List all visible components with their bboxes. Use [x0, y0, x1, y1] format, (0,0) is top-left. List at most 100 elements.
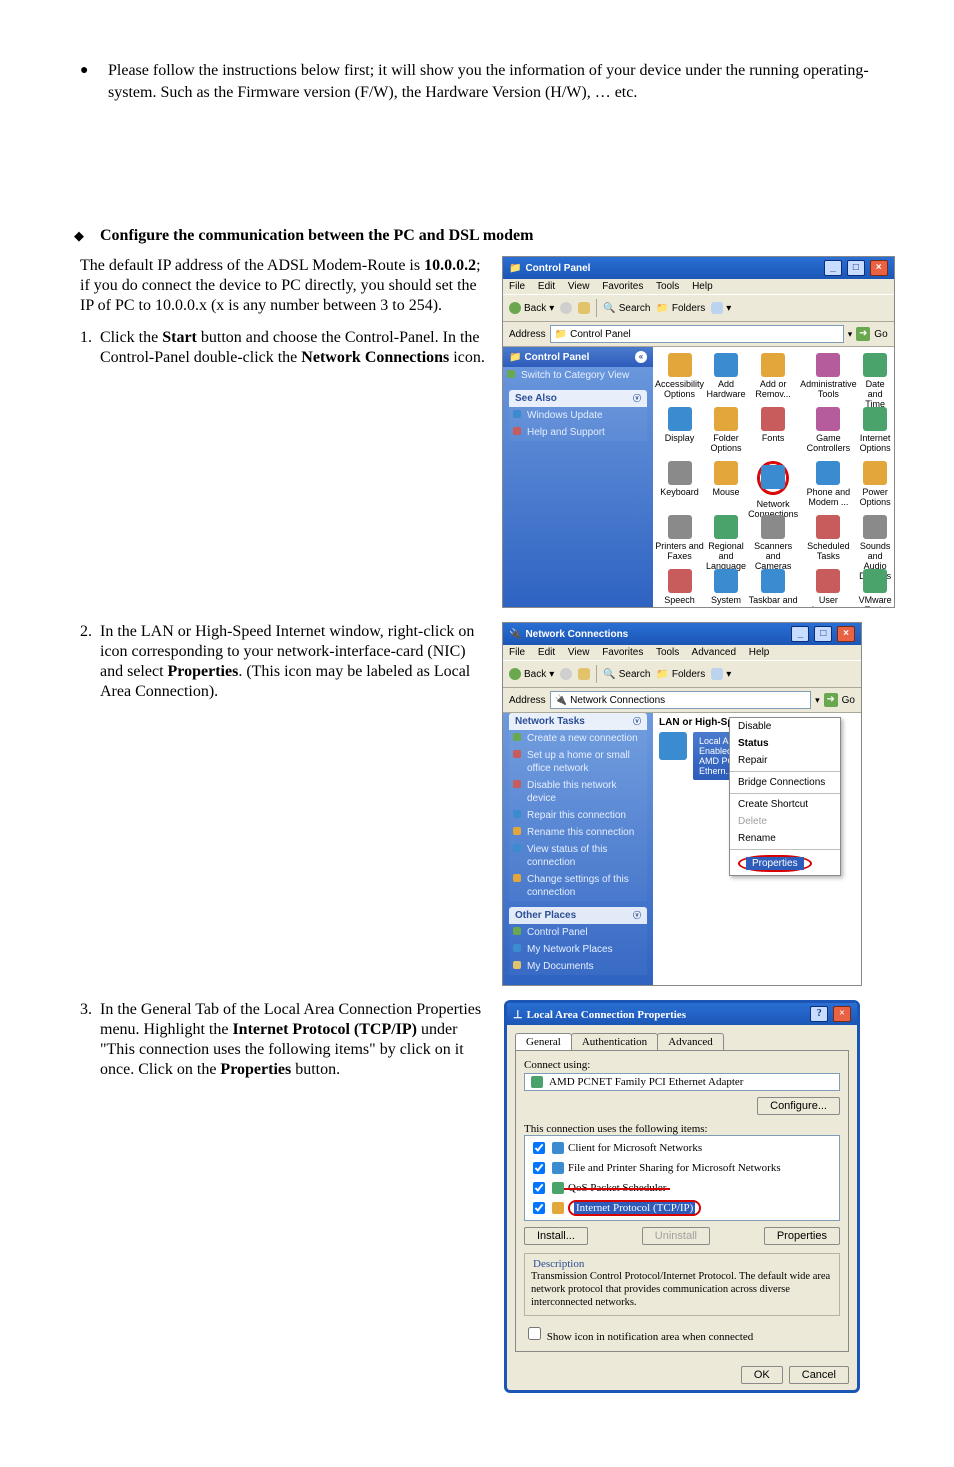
nc-other-item[interactable]: My Documents: [509, 958, 647, 975]
menu-tools[interactable]: Tools: [656, 647, 679, 658]
menu-help[interactable]: Help: [749, 647, 770, 658]
cancel-button[interactable]: Cancel: [789, 1366, 849, 1384]
cp-item[interactable]: Fonts: [748, 407, 798, 459]
addr-field[interactable]: 🔌Network Connections: [550, 691, 811, 709]
cp-item[interactable]: Internet Options: [859, 407, 892, 459]
cp-item[interactable]: Speech: [655, 569, 704, 607]
cp-item[interactable]: Date and Time: [859, 353, 892, 405]
cp-item[interactable]: Folder Options: [706, 407, 746, 459]
up-button[interactable]: [578, 668, 590, 680]
back-button[interactable]: Back ▾: [509, 302, 554, 314]
search-button[interactable]: 🔍 Search: [603, 669, 650, 680]
tab-advanced[interactable]: Advanced: [657, 1033, 724, 1050]
properties-button[interactable]: Properties: [764, 1227, 840, 1245]
cp-item[interactable]: Administrative Tools: [800, 353, 857, 405]
cp-item[interactable]: Printers and Faxes: [655, 515, 704, 567]
folders-button[interactable]: 📁 Folders: [656, 669, 705, 680]
ctx-disable[interactable]: Disable: [730, 718, 840, 735]
nc-task[interactable]: Disable this network device: [509, 777, 647, 807]
ctx-status[interactable]: Status: [730, 735, 840, 752]
chk-client[interactable]: [533, 1142, 545, 1154]
cp-item[interactable]: Taskbar and: [748, 569, 798, 607]
cp-item[interactable]: Add Hardware: [706, 353, 746, 405]
min-button[interactable]: _: [824, 260, 842, 276]
cp-item[interactable]: Sounds and Audio Devices: [859, 515, 892, 567]
search-button[interactable]: 🔍 Search: [603, 303, 650, 314]
ctx-bridge[interactable]: Bridge Connections: [730, 774, 840, 791]
menu-favorites[interactable]: Favorites: [602, 281, 643, 292]
help-button[interactable]: ?: [810, 1006, 828, 1022]
max-button[interactable]: □: [847, 260, 865, 276]
nc-task[interactable]: Set up a home or small office network: [509, 747, 647, 777]
nc-task[interactable]: Create a new connection: [509, 730, 647, 747]
cp-item[interactable]: Scheduled Tasks: [800, 515, 857, 567]
menu-file[interactable]: File: [509, 281, 525, 292]
menu-edit[interactable]: Edit: [538, 647, 555, 658]
close-button[interactable]: ×: [870, 260, 888, 276]
menu-advanced[interactable]: Advanced: [692, 647, 736, 658]
go-button[interactable]: ➜: [824, 693, 838, 707]
menu-help[interactable]: Help: [692, 281, 713, 292]
item-client[interactable]: Client for Microsoft Networks: [529, 1138, 835, 1158]
switch-view-link[interactable]: Switch to Category View: [503, 367, 653, 384]
cp-item[interactable]: Display: [655, 407, 704, 459]
chk-fileprint[interactable]: [533, 1162, 545, 1174]
up-button[interactable]: [578, 302, 590, 314]
ctx-repair[interactable]: Repair: [730, 752, 840, 769]
chk-qos[interactable]: [533, 1182, 545, 1194]
show-icon-row[interactable]: Show icon in notification area when conn…: [524, 1324, 840, 1343]
cp-item[interactable]: VMware Tools: [859, 569, 892, 607]
nc-task[interactable]: Change settings of this connection: [509, 871, 647, 901]
cp-item[interactable]: Regional and Language ...: [706, 515, 746, 567]
fwd-button[interactable]: [560, 668, 572, 680]
close-button[interactable]: ×: [833, 1006, 851, 1022]
cp-item[interactable]: Phone and Modem ...: [800, 461, 857, 513]
chk-tcpip[interactable]: [533, 1202, 545, 1214]
menu-view[interactable]: View: [568, 647, 590, 658]
ctx-properties-wrap[interactable]: Properties: [730, 852, 840, 875]
views-button[interactable]: ▾: [711, 668, 731, 680]
close-button[interactable]: ×: [837, 626, 855, 642]
nc-other-item[interactable]: My Network Places: [509, 941, 647, 958]
menu-tools[interactable]: Tools: [656, 281, 679, 292]
menu-view[interactable]: View: [568, 281, 590, 292]
min-button[interactable]: _: [791, 626, 809, 642]
see-help-support[interactable]: Help and Support: [509, 424, 647, 441]
lan-icon[interactable]: [659, 732, 687, 760]
back-button[interactable]: Back ▾: [509, 668, 554, 680]
configure-button[interactable]: Configure...: [757, 1097, 840, 1115]
item-qos[interactable]: QoS Packet Scheduler: [529, 1178, 835, 1198]
chk-show-icon[interactable]: [528, 1327, 541, 1340]
menu-favorites[interactable]: Favorites: [602, 647, 643, 658]
item-fileprint[interactable]: File and Printer Sharing for Microsoft N…: [529, 1158, 835, 1178]
ok-button[interactable]: OK: [741, 1366, 783, 1384]
nc-task[interactable]: View status of this connection: [509, 841, 647, 871]
addr-field[interactable]: 📁Control Panel: [550, 325, 844, 343]
max-button[interactable]: □: [814, 626, 832, 642]
cp-item[interactable]: Mouse: [706, 461, 746, 513]
item-tcpip[interactable]: Internet Protocol (TCP/IP): [529, 1198, 835, 1218]
ctx-shortcut[interactable]: Create Shortcut: [730, 796, 840, 813]
nc-other-item[interactable]: Control Panel: [509, 924, 647, 941]
menu-edit[interactable]: Edit: [538, 281, 555, 292]
collapse-icon[interactable]: «: [635, 351, 647, 363]
ctx-rename[interactable]: Rename: [730, 830, 840, 847]
cp-item[interactable]: Scanners and Cameras: [748, 515, 798, 567]
views-button[interactable]: ▾: [711, 302, 731, 314]
install-button[interactable]: Install...: [524, 1227, 588, 1245]
cp-item[interactable]: User Accounts: [800, 569, 857, 607]
cp-item[interactable]: Power Options: [859, 461, 892, 513]
go-button[interactable]: ➜: [856, 327, 870, 341]
cp-item[interactable]: Keyboard: [655, 461, 704, 513]
cp-item[interactable]: Accessibility Options: [655, 353, 704, 405]
fwd-button[interactable]: [560, 302, 572, 314]
nc-task[interactable]: Repair this connection: [509, 807, 647, 824]
menu-file[interactable]: File: [509, 647, 525, 658]
see-windows-update[interactable]: Windows Update: [509, 407, 647, 424]
cp-item[interactable]: Add or Remov...: [748, 353, 798, 405]
cp-item[interactable]: Game Controllers: [800, 407, 857, 459]
nc-task[interactable]: Rename this connection: [509, 824, 647, 841]
tab-auth[interactable]: Authentication: [571, 1033, 658, 1050]
tab-general[interactable]: General: [515, 1033, 572, 1050]
cp-item[interactable]: System: [706, 569, 746, 607]
